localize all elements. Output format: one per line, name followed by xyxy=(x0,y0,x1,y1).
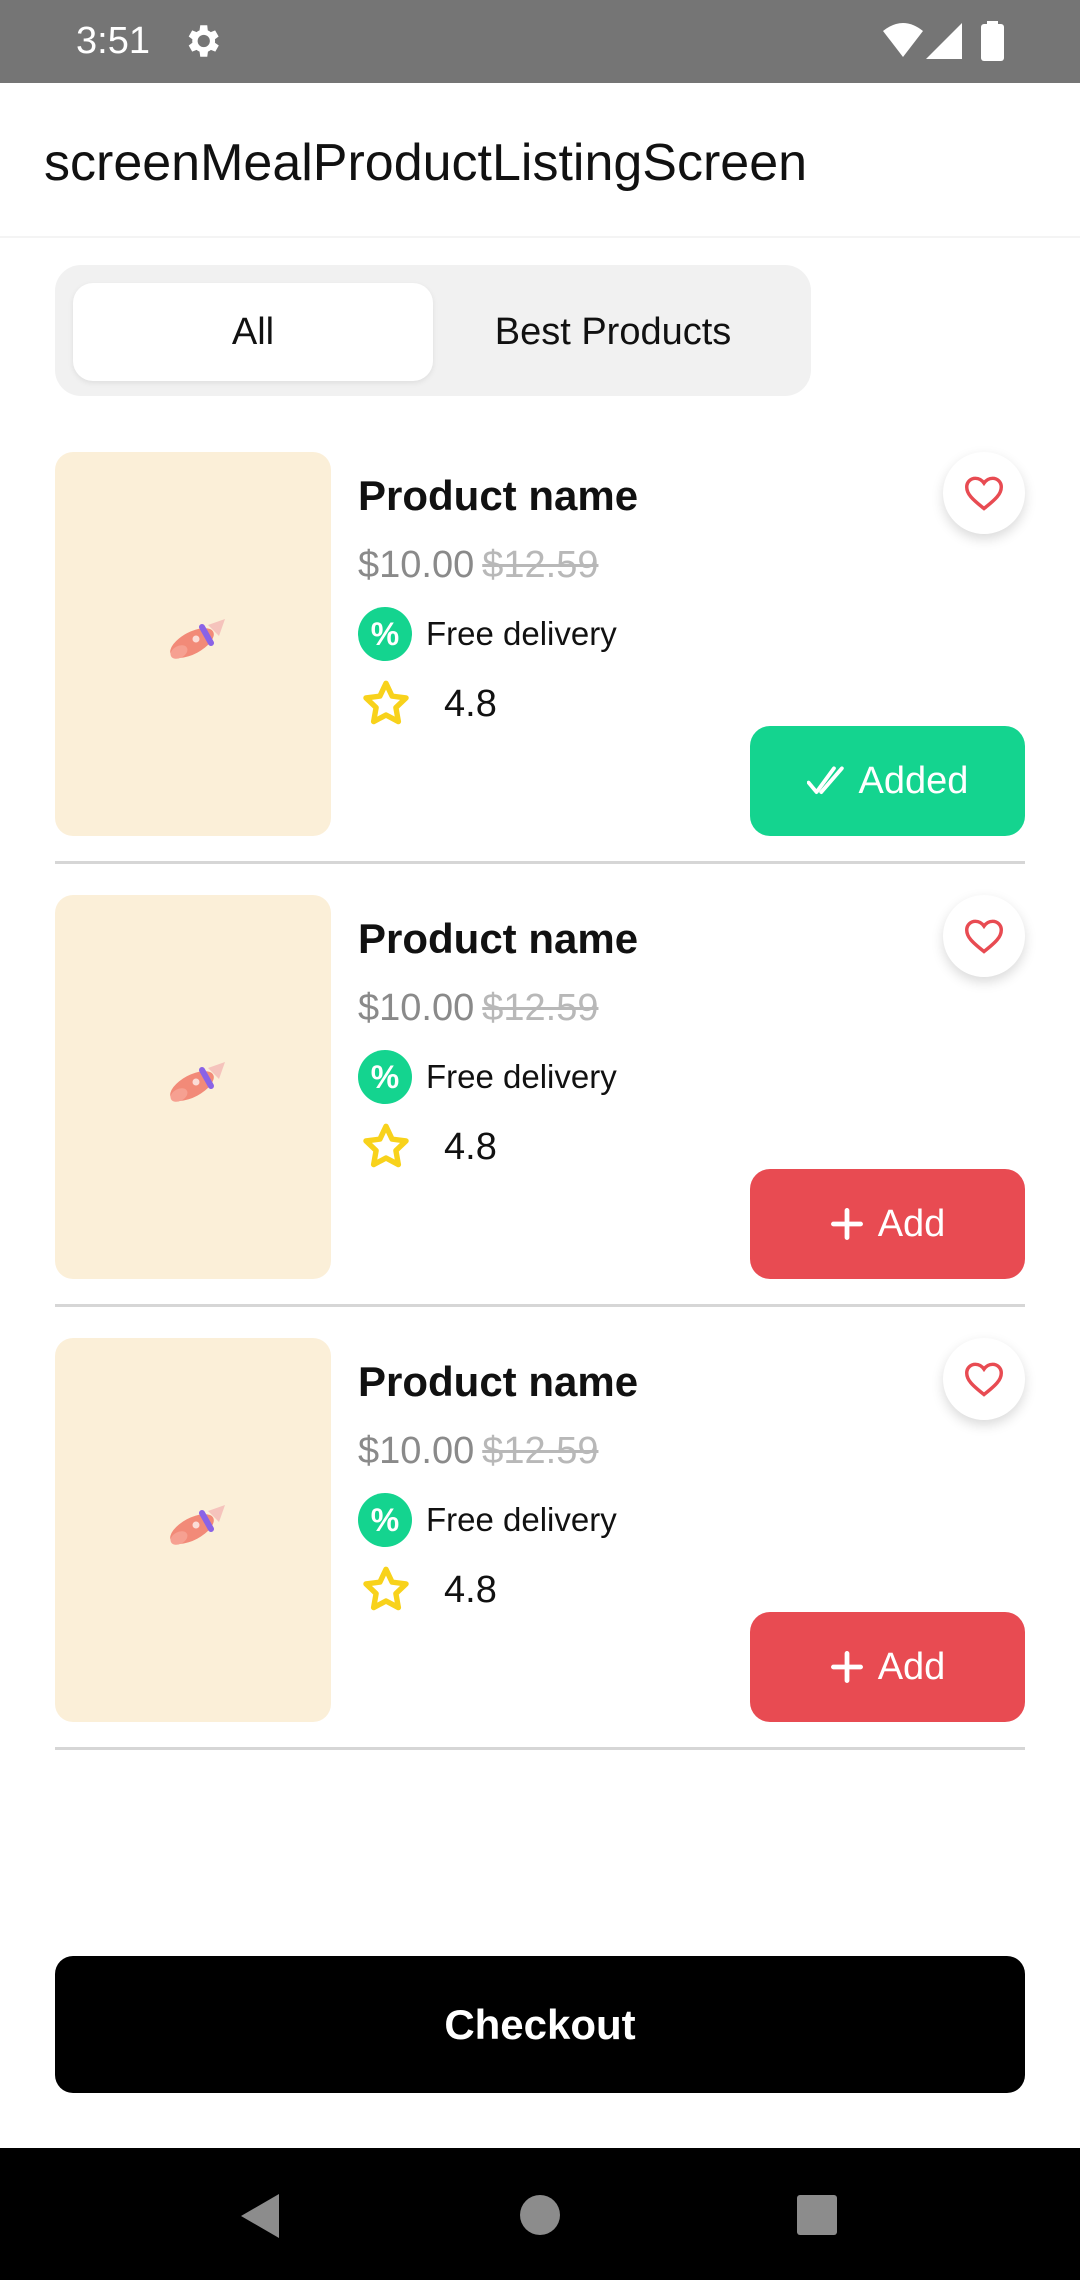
delivery-info: % Free delivery xyxy=(358,606,617,662)
price-row: $10.00 $12.59 xyxy=(358,987,598,1030)
system-nav-bar xyxy=(0,2148,1080,2280)
product-card[interactable]: Product name $10.00 $12.59 % Free deliver… xyxy=(55,452,1025,895)
rating-value: 4.8 xyxy=(444,682,497,725)
delivery-info: % Free delivery xyxy=(358,1049,617,1105)
divider xyxy=(55,1304,1025,1307)
delivery-info: % Free delivery xyxy=(358,1492,617,1548)
signal-icon xyxy=(926,23,962,59)
favorite-button[interactable] xyxy=(943,895,1025,977)
app-bar: screenMealProductListingScreen xyxy=(0,83,1080,238)
heart-icon xyxy=(964,1362,1004,1397)
status-bar: 3:51 xyxy=(0,0,1080,83)
product-old-price: $12.59 xyxy=(482,1430,599,1472)
rocket-icon xyxy=(170,1062,225,1102)
battery-icon xyxy=(981,21,1004,61)
favorite-button[interactable] xyxy=(943,452,1025,534)
status-time: 3:51 xyxy=(76,20,150,62)
product-old-price: $12.59 xyxy=(482,544,599,586)
product-price: $10.00 xyxy=(358,544,475,586)
double-check-icon xyxy=(806,766,844,794)
rating: 4.8 xyxy=(358,1560,497,1620)
product-image xyxy=(55,895,331,1279)
product-name: Product name xyxy=(358,1358,639,1405)
delivery-label: Free delivery xyxy=(426,1501,617,1538)
product-card[interactable]: Product name $10.00 $12.59 % Free deliver… xyxy=(55,895,1025,1338)
product-card[interactable]: Product name $10.00 $12.59 % Free deliver… xyxy=(55,1338,1025,1781)
price-row: $10.00 $12.59 xyxy=(358,544,598,587)
discount-badge-icon: % xyxy=(358,607,412,661)
discount-badge-icon: % xyxy=(358,1050,412,1104)
checkout-button[interactable]: Checkout xyxy=(55,1956,1025,2093)
wifi-icon xyxy=(883,23,923,57)
star-icon xyxy=(363,1566,409,1611)
star-icon xyxy=(363,680,409,725)
recents-icon[interactable] xyxy=(797,2195,837,2235)
plus-icon xyxy=(830,1651,863,1683)
gear-icon xyxy=(188,25,219,57)
rating: 4.8 xyxy=(358,1117,497,1177)
added-label: Added xyxy=(858,759,969,802)
heart-icon xyxy=(964,919,1004,954)
rating: 4.8 xyxy=(358,674,497,734)
favorite-button[interactable] xyxy=(943,1338,1025,1420)
divider xyxy=(55,861,1025,864)
delivery-label: Free delivery xyxy=(426,1058,617,1095)
heart-icon xyxy=(964,476,1004,511)
back-icon[interactable] xyxy=(237,2192,281,2240)
delivery-label: Free delivery xyxy=(426,615,617,652)
divider xyxy=(55,1747,1025,1750)
tab-best-products[interactable]: Best Products xyxy=(433,283,793,381)
product-old-price: $12.59 xyxy=(482,987,599,1029)
add-button[interactable]: Add xyxy=(750,1612,1025,1722)
rating-value: 4.8 xyxy=(444,1125,497,1168)
product-price: $10.00 xyxy=(358,1430,475,1472)
discount-badge-icon: % xyxy=(358,1493,412,1547)
price-row: $10.00 $12.59 xyxy=(358,1430,598,1473)
added-button[interactable]: Added xyxy=(750,726,1025,836)
star-icon xyxy=(363,1123,409,1168)
add-label: Add xyxy=(877,1645,946,1688)
product-image xyxy=(55,452,331,836)
product-price: $10.00 xyxy=(358,987,475,1029)
tab-switcher: All Best Products xyxy=(55,265,811,396)
plus-icon xyxy=(830,1208,863,1240)
add-label: Add xyxy=(877,1202,946,1245)
add-button[interactable]: Add xyxy=(750,1169,1025,1279)
home-icon[interactable] xyxy=(520,2195,560,2235)
rocket-icon xyxy=(170,1505,225,1545)
product-name: Product name xyxy=(358,472,639,519)
product-name: Product name xyxy=(358,915,639,962)
tab-all[interactable]: All xyxy=(73,283,433,381)
rocket-icon xyxy=(170,619,225,659)
page-title: screenMealProductListingScreen xyxy=(44,134,808,192)
product-image xyxy=(55,1338,331,1722)
rating-value: 4.8 xyxy=(444,1568,497,1611)
